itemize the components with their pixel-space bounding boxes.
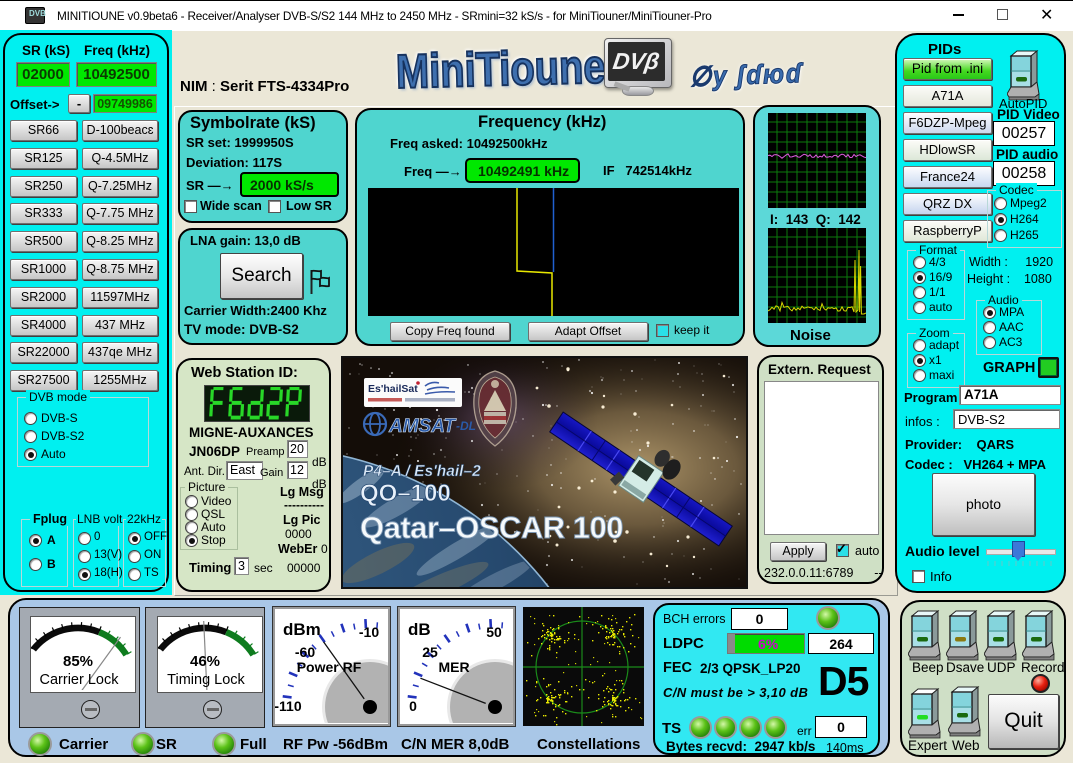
svg-text:85%: 85% [63,653,93,670]
svg-text:MER: MER [438,659,469,675]
svg-text:-10: -10 [359,624,379,640]
svg-text:AMSAT: AMSAT [388,416,457,437]
svg-text:QO–100: QO–100 [360,480,451,507]
svg-text:dBm: dBm [283,620,321,639]
svg-text:46%: 46% [190,653,220,670]
svg-text:25: 25 [422,644,438,660]
svg-text:dB: dB [408,620,431,639]
svg-text:P4–A / Es'hail–2: P4–A / Es'hail–2 [363,463,481,480]
svg-text:Qatar–OSCAR 100: Qatar–OSCAR 100 [360,510,623,545]
svg-text:-DL: -DL [456,419,476,433]
svg-text:Es'hailSat: Es'hailSat [368,383,418,395]
svg-text:-110: -110 [275,698,302,714]
svg-text:Power RF: Power RF [297,659,362,675]
svg-text:Timing Lock: Timing Lock [167,672,245,688]
svg-text:0: 0 [409,698,417,714]
svg-text:50: 50 [486,624,502,640]
svg-text:Carrier Lock: Carrier Lock [40,672,120,688]
svg-text:-60: -60 [295,644,315,660]
